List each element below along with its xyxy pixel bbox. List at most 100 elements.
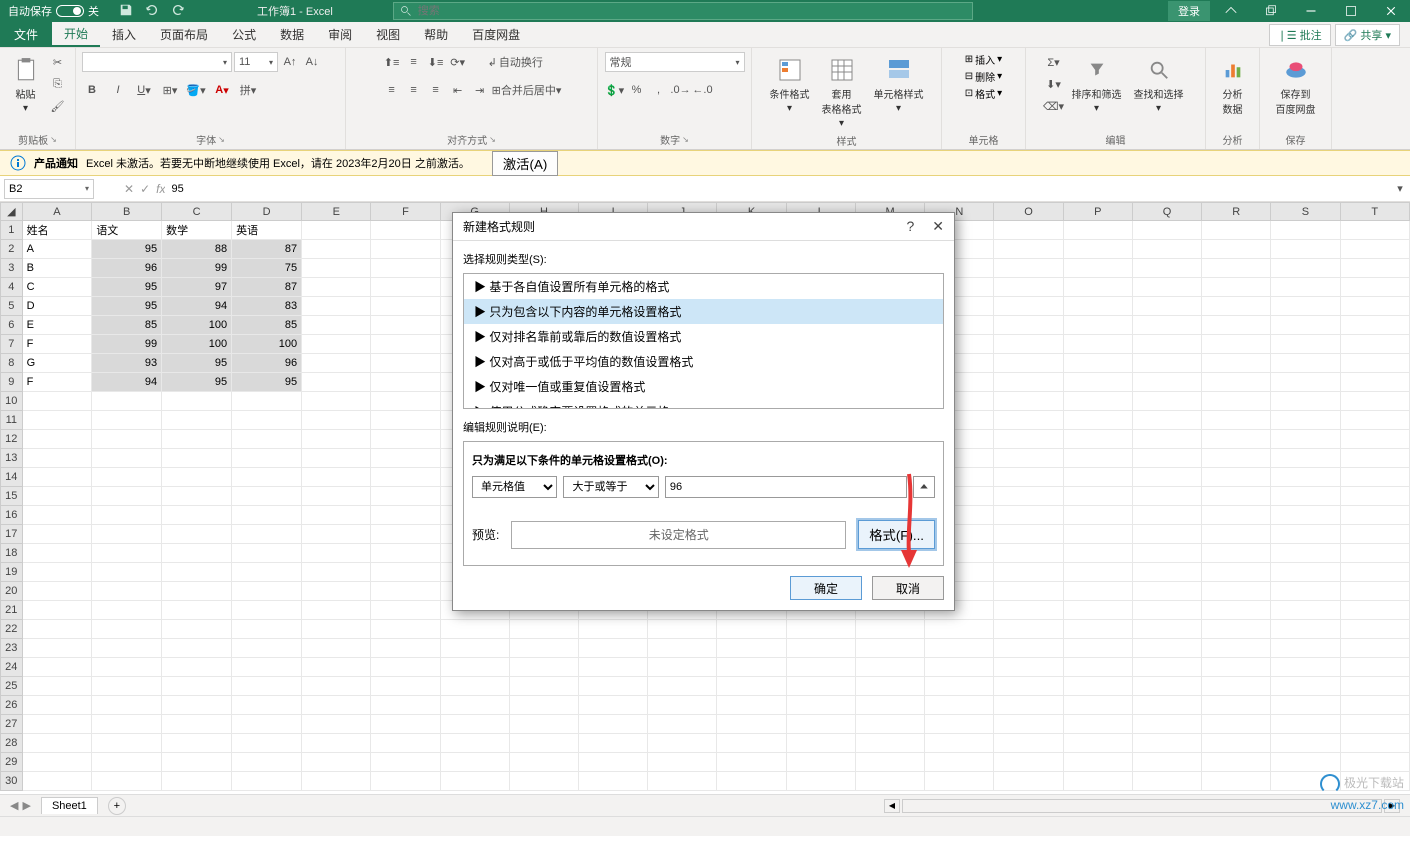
align-bottom-icon[interactable]: ⬇≡ [426,52,446,72]
cell[interactable] [1132,525,1201,544]
border-icon[interactable]: ⊞▾ [160,80,180,100]
cell[interactable] [1132,696,1201,715]
cell[interactable] [1271,373,1340,392]
format-cells-button[interactable]: ⊡ 格式 ▾ [965,86,1002,101]
share-button[interactable]: 🔗 共享 ▾ [1335,24,1400,46]
row-header[interactable]: 10 [1,392,23,411]
cell[interactable] [994,278,1063,297]
cell[interactable] [1271,658,1340,677]
cell[interactable] [509,753,578,772]
cell[interactable] [92,734,162,753]
font-color-icon[interactable]: A▾ [212,80,232,100]
cell[interactable] [1132,734,1201,753]
cell[interactable] [22,468,92,487]
cell[interactable] [579,715,648,734]
col-header[interactable]: T [1340,203,1409,221]
cell[interactable] [371,449,440,468]
cell[interactable]: B [22,259,92,278]
cell[interactable] [1271,715,1340,734]
cell[interactable] [1063,430,1132,449]
cell[interactable] [232,639,302,658]
cell[interactable] [1202,449,1271,468]
name-box[interactable]: B2▾ [4,179,94,199]
font-name-combo[interactable]: ▾ [82,52,232,72]
cell[interactable] [994,449,1063,468]
cell[interactable] [1063,772,1132,791]
cell[interactable] [1132,411,1201,430]
cell[interactable] [1063,696,1132,715]
fill-icon[interactable]: ⬇▾ [1044,74,1064,94]
cell[interactable] [371,297,440,316]
cell[interactable] [371,696,440,715]
cell[interactable] [1202,221,1271,240]
cell[interactable]: 语文 [92,221,162,240]
minimize-icon[interactable] [1292,0,1330,22]
row-header[interactable]: 2 [1,240,23,259]
cell[interactable] [579,639,648,658]
cell[interactable] [1340,316,1409,335]
cell[interactable] [371,411,440,430]
condition-target-select[interactable]: 单元格值 [472,476,557,498]
baidu-save-button[interactable]: 保存到 百度网盘 [1272,52,1320,120]
cell[interactable] [92,677,162,696]
cell[interactable] [925,696,994,715]
cell[interactable] [648,715,717,734]
cell[interactable] [579,772,648,791]
cell[interactable] [855,696,924,715]
cell[interactable] [22,525,92,544]
cell[interactable] [232,658,302,677]
comments-button[interactable]: ❘☰ 批注 [1269,24,1331,46]
cell[interactable] [1340,544,1409,563]
cell[interactable] [371,221,440,240]
cell[interactable] [1202,696,1271,715]
cell[interactable] [92,487,162,506]
range-picker-icon[interactable] [913,476,935,498]
cell[interactable] [371,658,440,677]
cell[interactable] [1063,620,1132,639]
cell[interactable]: G [22,354,92,373]
cell[interactable] [371,715,440,734]
cell[interactable] [22,487,92,506]
cell[interactable] [717,696,786,715]
cell[interactable] [1202,411,1271,430]
cell[interactable] [232,563,302,582]
cell[interactable] [648,753,717,772]
cell[interactable] [92,506,162,525]
increase-decimal-icon[interactable]: .0→ [671,80,691,100]
cell[interactable] [302,639,371,658]
cell[interactable] [232,411,302,430]
row-header[interactable]: 6 [1,316,23,335]
cell[interactable] [1063,582,1132,601]
cell[interactable] [1202,278,1271,297]
cell[interactable] [232,620,302,639]
cell[interactable] [579,696,648,715]
cell[interactable] [371,335,440,354]
cell[interactable] [1132,544,1201,563]
cell[interactable]: 85 [92,316,162,335]
accounting-icon[interactable]: 💲▾ [605,80,625,100]
row-header[interactable]: 15 [1,487,23,506]
cell[interactable]: 97 [162,278,232,297]
cell[interactable] [22,601,92,620]
number-format-combo[interactable]: 常规▾ [605,52,745,72]
cell[interactable] [994,297,1063,316]
cell[interactable] [1202,316,1271,335]
cell[interactable] [302,544,371,563]
cell[interactable] [1271,696,1340,715]
cell[interactable]: 95 [92,240,162,259]
cell[interactable] [855,677,924,696]
cell[interactable] [92,525,162,544]
cell[interactable] [994,601,1063,620]
cell[interactable] [509,715,578,734]
cell[interactable] [302,620,371,639]
cell[interactable] [1340,373,1409,392]
cell[interactable] [1063,354,1132,373]
cell[interactable] [1132,715,1201,734]
cell[interactable] [92,582,162,601]
cell-styles-button[interactable]: 单元格样式▾ [870,52,928,118]
cell[interactable] [717,772,786,791]
row-header[interactable]: 29 [1,753,23,772]
dialog-help-icon[interactable]: ? [906,218,914,235]
cell[interactable] [440,734,509,753]
cell[interactable] [1340,468,1409,487]
